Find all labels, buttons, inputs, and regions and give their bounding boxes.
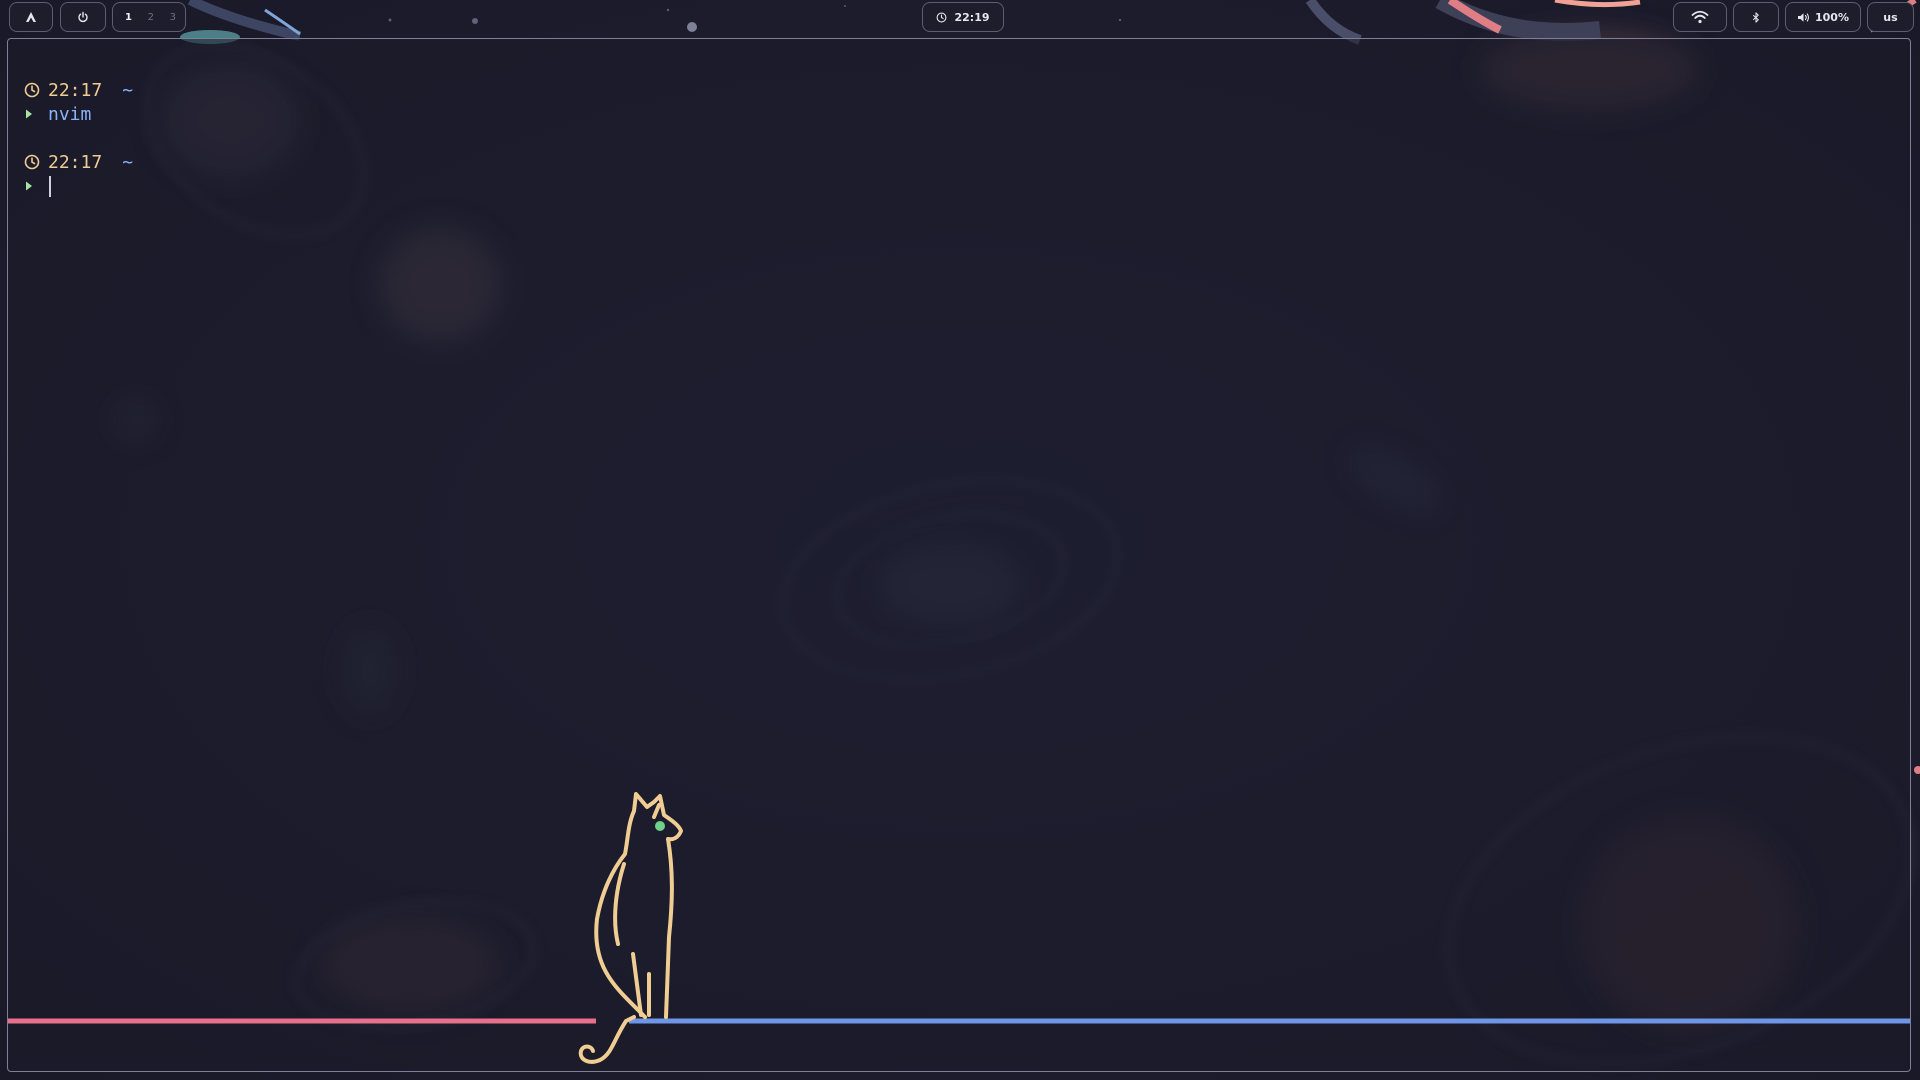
clock-icon: [937, 12, 947, 22]
text-cursor[interactable]: [49, 175, 51, 197]
power-button[interactable]: [60, 2, 106, 32]
clock-time: 22:19: [954, 10, 990, 24]
bluetooth-icon: [1752, 11, 1759, 23]
speaker-icon: [1798, 12, 1809, 22]
volume-widget[interactable]: 100%: [1785, 2, 1861, 32]
clock-icon: [24, 154, 40, 170]
cat-eye-icon: [655, 821, 665, 831]
launcher-button[interactable]: [9, 2, 53, 32]
prompt-arrow-icon: [26, 109, 32, 119]
prompt-time: 22:17: [48, 79, 103, 101]
clock-widget[interactable]: 22:19: [922, 2, 1004, 32]
workspace-3[interactable]: 3: [170, 12, 176, 23]
prompt-line-2: 22:17 ~: [24, 150, 133, 174]
workspace-switcher: 1 2 3: [112, 2, 186, 32]
workspace-2[interactable]: 2: [148, 12, 154, 23]
prompt-directory: ~: [122, 151, 134, 173]
wifi-button[interactable]: [1673, 2, 1727, 32]
wifi-icon: [1691, 10, 1709, 24]
command-input-line[interactable]: [24, 174, 51, 198]
keyboard-layout-label: us: [1883, 10, 1898, 24]
prompt-arrow-icon: [26, 181, 32, 191]
command-line-1: nvim: [24, 102, 91, 126]
keyboard-layout-indicator[interactable]: us: [1867, 2, 1914, 32]
terminal-window[interactable]: 22:17 ~ nvim 22:17 ~: [7, 38, 1911, 1072]
power-icon: [78, 11, 88, 23]
arch-icon: [26, 12, 36, 22]
command-text: nvim: [48, 103, 92, 125]
workspace-1[interactable]: 1: [125, 12, 132, 23]
volume-level: 100%: [1815, 10, 1849, 24]
cat-line-art: [8, 792, 1910, 1064]
prompt-time: 22:17: [48, 151, 103, 173]
clock-icon: [24, 82, 40, 98]
prompt-line-1: 22:17 ~: [24, 78, 133, 102]
bluetooth-button[interactable]: [1733, 2, 1779, 32]
prompt-directory: ~: [122, 79, 134, 101]
